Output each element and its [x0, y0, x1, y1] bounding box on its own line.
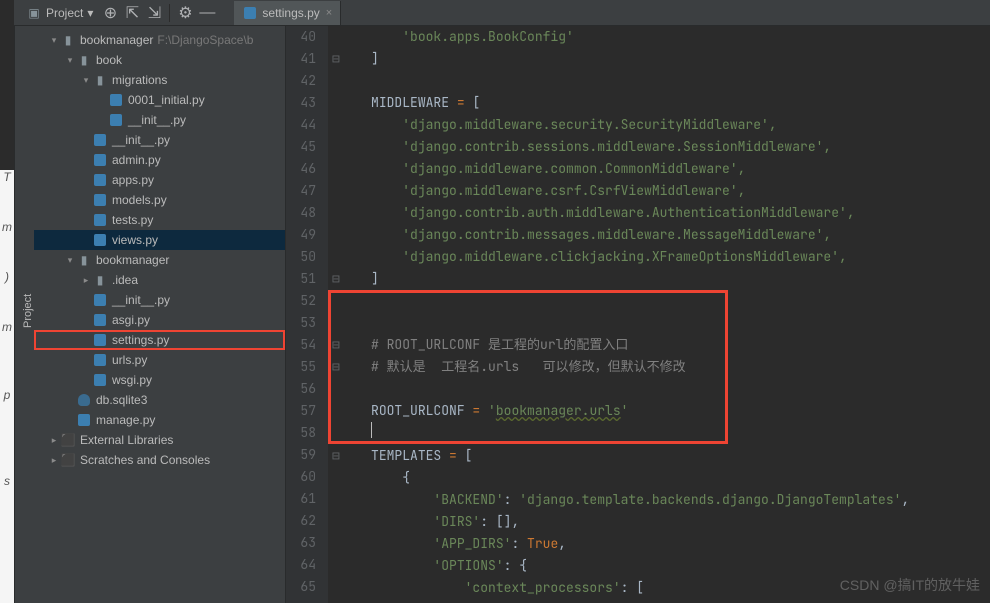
tree-item-wsgi-py[interactable]: wsgi.py: [34, 370, 285, 390]
chevron-icon: ▾: [64, 255, 76, 266]
tree-label: wsgi.py: [112, 373, 152, 387]
external-libraries[interactable]: ▸⬛External Libraries: [34, 430, 285, 450]
project-label: Project: [46, 6, 83, 20]
tree-label: asgi.py: [112, 313, 150, 327]
py-icon: [92, 312, 108, 328]
tree-item-manage-py[interactable]: manage.py: [34, 410, 285, 430]
tree-item-0001_initial-py[interactable]: 0001_initial.py: [34, 90, 285, 110]
folder-icon: ▣: [26, 5, 42, 21]
separator: [169, 4, 170, 22]
tab-settings-py[interactable]: settings.py ×: [234, 1, 341, 25]
chevron-icon: ▾: [48, 35, 60, 46]
tree-label: settings.py: [112, 333, 169, 347]
db-icon: [76, 392, 92, 408]
tree-item-bookmanager[interactable]: ▾▮ bookmanager: [34, 250, 285, 270]
target-icon[interactable]: ⊕: [102, 5, 118, 21]
tree-item-asgi-py[interactable]: asgi.py: [34, 310, 285, 330]
py-icon: [92, 232, 108, 248]
tree-item-__init__-py[interactable]: __init__.py: [34, 290, 285, 310]
tree-item-db-sqlite3[interactable]: db.sqlite3: [34, 390, 285, 410]
tree-item-__init__-py[interactable]: __init__.py: [34, 130, 285, 150]
tree-item-apps-py[interactable]: apps.py: [34, 170, 285, 190]
scratches[interactable]: ▸⬛Scratches and Consoles: [34, 450, 285, 470]
tab-label: settings.py: [262, 6, 319, 20]
gutter: 4041424344454647484950515253545556575859…: [286, 26, 328, 603]
chevron-down-icon: ▾: [87, 6, 93, 20]
tree-label: views.py: [112, 233, 158, 247]
tree-label: book: [96, 53, 122, 67]
watermark: CSDN @搞IT的放牛娃: [840, 575, 980, 595]
chevron-icon: ▸: [80, 275, 92, 286]
tree-item-bookmanager[interactable]: ▾▮ bookmanager F:\DjangoSpace\b: [34, 30, 285, 50]
external-left-edge: T m ) m p s: [0, 170, 14, 603]
py-icon: [92, 352, 108, 368]
tree-item-models-py[interactable]: models.py: [34, 190, 285, 210]
gear-icon[interactable]: ⚙: [177, 5, 193, 21]
tree-label: bookmanager: [96, 253, 169, 267]
tree-item-settings-py[interactable]: settings.py: [34, 330, 285, 350]
python-file-icon: [242, 5, 258, 21]
tree-path: F:\DjangoSpace\b: [157, 33, 253, 47]
tree-item-tests-py[interactable]: tests.py: [34, 210, 285, 230]
pkg-icon: ▮: [76, 252, 92, 268]
tree-item-views-py[interactable]: views.py: [34, 230, 285, 250]
tree-item-admin-py[interactable]: admin.py: [34, 150, 285, 170]
tree-label: 0001_initial.py: [128, 93, 205, 107]
py-icon: [108, 112, 124, 128]
project-toolbar: ▣ Project ▾ ⊕ ⇱ ⇲ ⚙ — settings.py ×: [14, 0, 990, 26]
tree-label: __init__.py: [112, 293, 170, 307]
tree-label: __init__.py: [112, 133, 170, 147]
tree-label: tests.py: [112, 213, 153, 227]
py-icon: [92, 172, 108, 188]
tree-label: manage.py: [96, 413, 155, 427]
py-icon: [92, 152, 108, 168]
tree-item-__init__-py[interactable]: __init__.py: [34, 110, 285, 130]
tree-label: db.sqlite3: [96, 393, 147, 407]
py-icon: [92, 212, 108, 228]
chevron-icon: ▾: [80, 75, 92, 86]
editor[interactable]: 4041424344454647484950515253545556575859…: [286, 26, 990, 603]
pkg-icon: ▮: [92, 72, 108, 88]
code-lines[interactable]: 'book.apps.BookConfig'⊟ ] MIDDLEWARE = […: [328, 26, 990, 603]
expand-icon[interactable]: ⇱: [124, 5, 140, 21]
py-icon: [92, 132, 108, 148]
pkg-icon: ▮: [76, 52, 92, 68]
folder-icon: ▮: [60, 32, 76, 48]
tree-label: __init__.py: [128, 113, 186, 127]
tree-item--idea[interactable]: ▸▮ .idea: [34, 270, 285, 290]
collapse-icon[interactable]: ⇲: [146, 5, 162, 21]
py-icon: [76, 412, 92, 428]
tree-label: .idea: [112, 273, 138, 287]
folder-icon: ▮: [92, 272, 108, 288]
close-icon[interactable]: ×: [326, 7, 332, 19]
tree-item-urls-py[interactable]: urls.py: [34, 350, 285, 370]
tree-label: admin.py: [112, 153, 161, 167]
py-icon: [92, 332, 108, 348]
project-dropdown[interactable]: ▣ Project ▾: [20, 3, 99, 23]
project-tree[interactable]: ▾▮bookmanagerF:\DjangoSpace\b▾▮book▾▮mig…: [34, 26, 286, 603]
tree-label: migrations: [112, 73, 167, 87]
project-side-tab[interactable]: Project: [14, 26, 34, 603]
tree-item-book[interactable]: ▾▮ book: [34, 50, 285, 70]
hide-icon[interactable]: —: [199, 5, 215, 21]
tree-label: bookmanager: [80, 33, 153, 47]
tree-label: models.py: [112, 193, 167, 207]
tree-label: urls.py: [112, 353, 147, 367]
py-icon: [92, 192, 108, 208]
chevron-icon: ▾: [64, 55, 76, 66]
tree-label: apps.py: [112, 173, 154, 187]
py-icon: [108, 92, 124, 108]
py-icon: [92, 372, 108, 388]
py-icon: [92, 292, 108, 308]
tree-item-migrations[interactable]: ▾▮ migrations: [34, 70, 285, 90]
